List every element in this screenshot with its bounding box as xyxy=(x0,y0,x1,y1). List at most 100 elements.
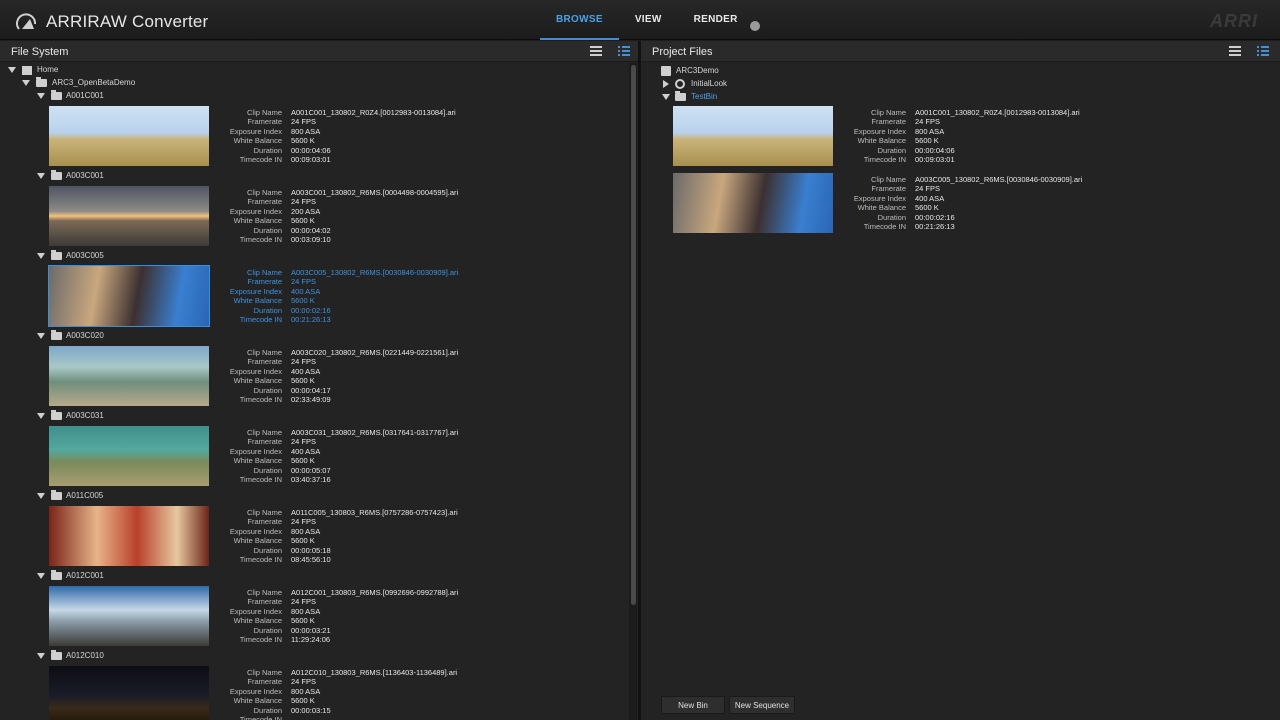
meta-value: 00:09:03:01 xyxy=(291,154,331,164)
clip-thumbnail[interactable] xyxy=(48,265,210,327)
tree-node-clip-folder[interactable]: A001C001 xyxy=(37,90,157,103)
panel-title: Project Files xyxy=(652,46,713,58)
clip-item[interactable]: Clip Name A001C001_130802_R0Z4.[0012983-0… xyxy=(49,106,609,168)
tab-render[interactable]: RENDER xyxy=(678,0,754,40)
clip-thumbnail[interactable] xyxy=(49,506,209,566)
meta-value: 5600 K xyxy=(291,456,315,466)
detail-view-icon[interactable] xyxy=(1257,46,1269,56)
meta-key: Clip Name xyxy=(246,188,282,197)
tree-node-label: TestBin xyxy=(691,92,718,101)
expand-arrow-icon[interactable] xyxy=(37,333,45,339)
list-view-icon[interactable] xyxy=(1229,46,1241,56)
expand-arrow-icon[interactable] xyxy=(37,573,45,579)
project-clip-item[interactable]: Clip Name A003C005_130802_R6MS.[0030846-0… xyxy=(673,173,1233,235)
expand-arrow-icon[interactable] xyxy=(8,67,16,73)
meta-key: White Balance xyxy=(233,696,282,706)
clip-thumbnail[interactable] xyxy=(673,173,833,233)
title-bar: ARRIRAW Converter BROWSE VIEW RENDER ARR… xyxy=(0,0,1280,40)
expand-arrow-icon[interactable] xyxy=(37,93,45,99)
expand-arrow-icon[interactable] xyxy=(37,173,45,179)
tree-node-label: A011C005 xyxy=(66,491,104,500)
clip-item[interactable]: Clip Name A012C010_130803_R6MS.[1136403-1… xyxy=(49,666,609,720)
meta-value: 800 ASA xyxy=(291,686,321,696)
collapse-arrow-icon[interactable] xyxy=(663,80,669,88)
clip-metadata: Clip Name A003C031_130802_R6MS.[0317641-0… xyxy=(204,428,504,484)
clip-item[interactable]: Clip Name A003C031_130802_R6MS.[0317641-0… xyxy=(49,426,609,488)
file-system-scrollbar[interactable] xyxy=(629,63,637,720)
tree-node-clip-folder[interactable]: A003C031 xyxy=(37,410,157,423)
tree-node-clip-folder[interactable]: A011C005 xyxy=(37,490,157,503)
meta-key: Exposure Index xyxy=(229,446,282,456)
meta-row-framerate: Framerate 24 FPS xyxy=(204,517,504,526)
clip-thumbnail[interactable] xyxy=(49,186,209,246)
clip-metadata: Clip Name A001C001_130802_R0Z4.[0012983-0… xyxy=(204,108,504,164)
tree-node-bin[interactable]: TestBin xyxy=(662,91,812,104)
meta-key: Timecode IN xyxy=(239,554,282,564)
scroll-thumb[interactable] xyxy=(631,65,636,605)
clip-thumbnail[interactable] xyxy=(673,106,833,166)
clip-thumbnail[interactable] xyxy=(49,426,209,486)
meta-row-exposure-index: Exposure Index 400 ASA xyxy=(204,447,504,456)
tree-node-clip-folder[interactable]: A012C001 xyxy=(37,570,157,583)
meta-value: 24 FPS xyxy=(291,677,317,687)
clip-metadata: Clip Name A012C010_130803_R6MS.[1136403-1… xyxy=(204,668,504,720)
detail-view-icon[interactable] xyxy=(618,46,630,56)
meta-row-clip-name: Clip Name A003C001_130802_R6MS.[0004498-0… xyxy=(204,188,504,197)
meta-key: Exposure Index xyxy=(229,286,282,296)
clip-metadata: Clip Name A003C005_130802_R6MS.[0030846-0… xyxy=(828,175,1128,231)
new-bin-button[interactable]: New Bin xyxy=(661,696,725,714)
meta-key: White Balance xyxy=(233,216,282,226)
meta-key: White Balance xyxy=(857,136,906,146)
meta-value: 400 ASA xyxy=(915,193,945,203)
clip-thumbnail[interactable] xyxy=(49,106,209,166)
clip-thumbnail[interactable] xyxy=(49,666,209,720)
tree-node-clip-folder[interactable]: A012C010 xyxy=(37,650,157,663)
new-sequence-button[interactable]: New Sequence xyxy=(729,696,795,714)
meta-value: 400 ASA xyxy=(291,446,321,456)
tree-node-look[interactable]: InitialLook xyxy=(663,78,813,91)
tree-node-project[interactable]: ARC3Demo xyxy=(661,65,811,78)
clip-item[interactable]: Clip Name A003C020_130802_R6MS.[0221449-0… xyxy=(49,346,609,408)
clip-item[interactable]: Clip Name A012C001_130803_R6MS.[0992696-0… xyxy=(49,586,609,648)
tree-node-root-folder[interactable]: ARC3_OpenBetaDemo xyxy=(22,77,222,90)
expand-arrow-icon[interactable] xyxy=(37,493,45,499)
home-icon xyxy=(22,66,32,75)
meta-row-white-balance: White Balance 5600 K xyxy=(204,376,504,385)
meta-key: Timecode IN xyxy=(239,634,282,644)
meta-key: White Balance xyxy=(233,376,282,386)
clip-item[interactable]: Clip Name A003C001_130802_R6MS.[0004498-0… xyxy=(49,186,609,248)
tree-node-clip-folder[interactable]: A003C005 xyxy=(37,250,157,263)
meta-key: Duration xyxy=(253,385,282,395)
meta-value: 00:00:04:06 xyxy=(915,145,955,155)
tree-node-clip-folder[interactable]: A003C020 xyxy=(37,330,157,343)
expand-arrow-icon[interactable] xyxy=(37,653,45,659)
clip-thumbnail[interactable] xyxy=(49,346,209,406)
project-clip-item[interactable]: Clip Name A001C001_130802_R0Z4.[0012983-0… xyxy=(673,106,1233,168)
expand-arrow-icon[interactable] xyxy=(22,80,30,86)
meta-row-clip-name: Clip Name A001C001_130802_R0Z4.[0012983-0… xyxy=(828,108,1128,117)
app-title: ARRIRAW Converter xyxy=(46,12,209,31)
meta-value: A001C001_130802_R0Z4.[0012983-0013084].a… xyxy=(915,108,1080,117)
meta-row-duration: Duration 00:00:03:21 xyxy=(204,626,504,635)
tab-browse[interactable]: BROWSE xyxy=(540,0,619,40)
tree-node-clip-folder[interactable]: A003C001 xyxy=(37,170,157,183)
tab-view[interactable]: VIEW xyxy=(619,0,678,40)
clip-item[interactable]: Clip Name A011C005_130803_R6MS.[0757286-0… xyxy=(49,506,609,568)
meta-row-clip-name: Clip Name A003C020_130802_R6MS.[0221449-0… xyxy=(204,348,504,357)
meta-row-clip-name: Clip Name A003C005_130802_R6MS.[0030846-0… xyxy=(204,268,504,277)
meta-value: 00:00:05:18 xyxy=(291,545,331,555)
tree-node-home[interactable]: Home xyxy=(8,64,108,77)
meta-row-exposure-index: Exposure Index 800 ASA xyxy=(828,127,1128,136)
clip-thumbnail[interactable] xyxy=(49,586,209,646)
meta-key: Duration xyxy=(253,145,282,155)
expand-arrow-icon[interactable] xyxy=(662,94,670,100)
clip-item[interactable]: Clip Name A003C005_130802_R6MS.[0030846-0… xyxy=(48,265,609,328)
expand-arrow-icon[interactable] xyxy=(37,413,45,419)
tree-node-label: InitialLook xyxy=(691,79,728,88)
meta-value: 5600 K xyxy=(291,216,315,226)
info-icon[interactable] xyxy=(750,21,760,31)
list-view-icon[interactable] xyxy=(590,46,602,56)
expand-arrow-icon[interactable] xyxy=(37,253,45,259)
file-system-tree: Home ARC3_OpenBetaDemo A001C001 Clip Name… xyxy=(0,63,628,720)
meta-value: 24 FPS xyxy=(291,277,317,287)
